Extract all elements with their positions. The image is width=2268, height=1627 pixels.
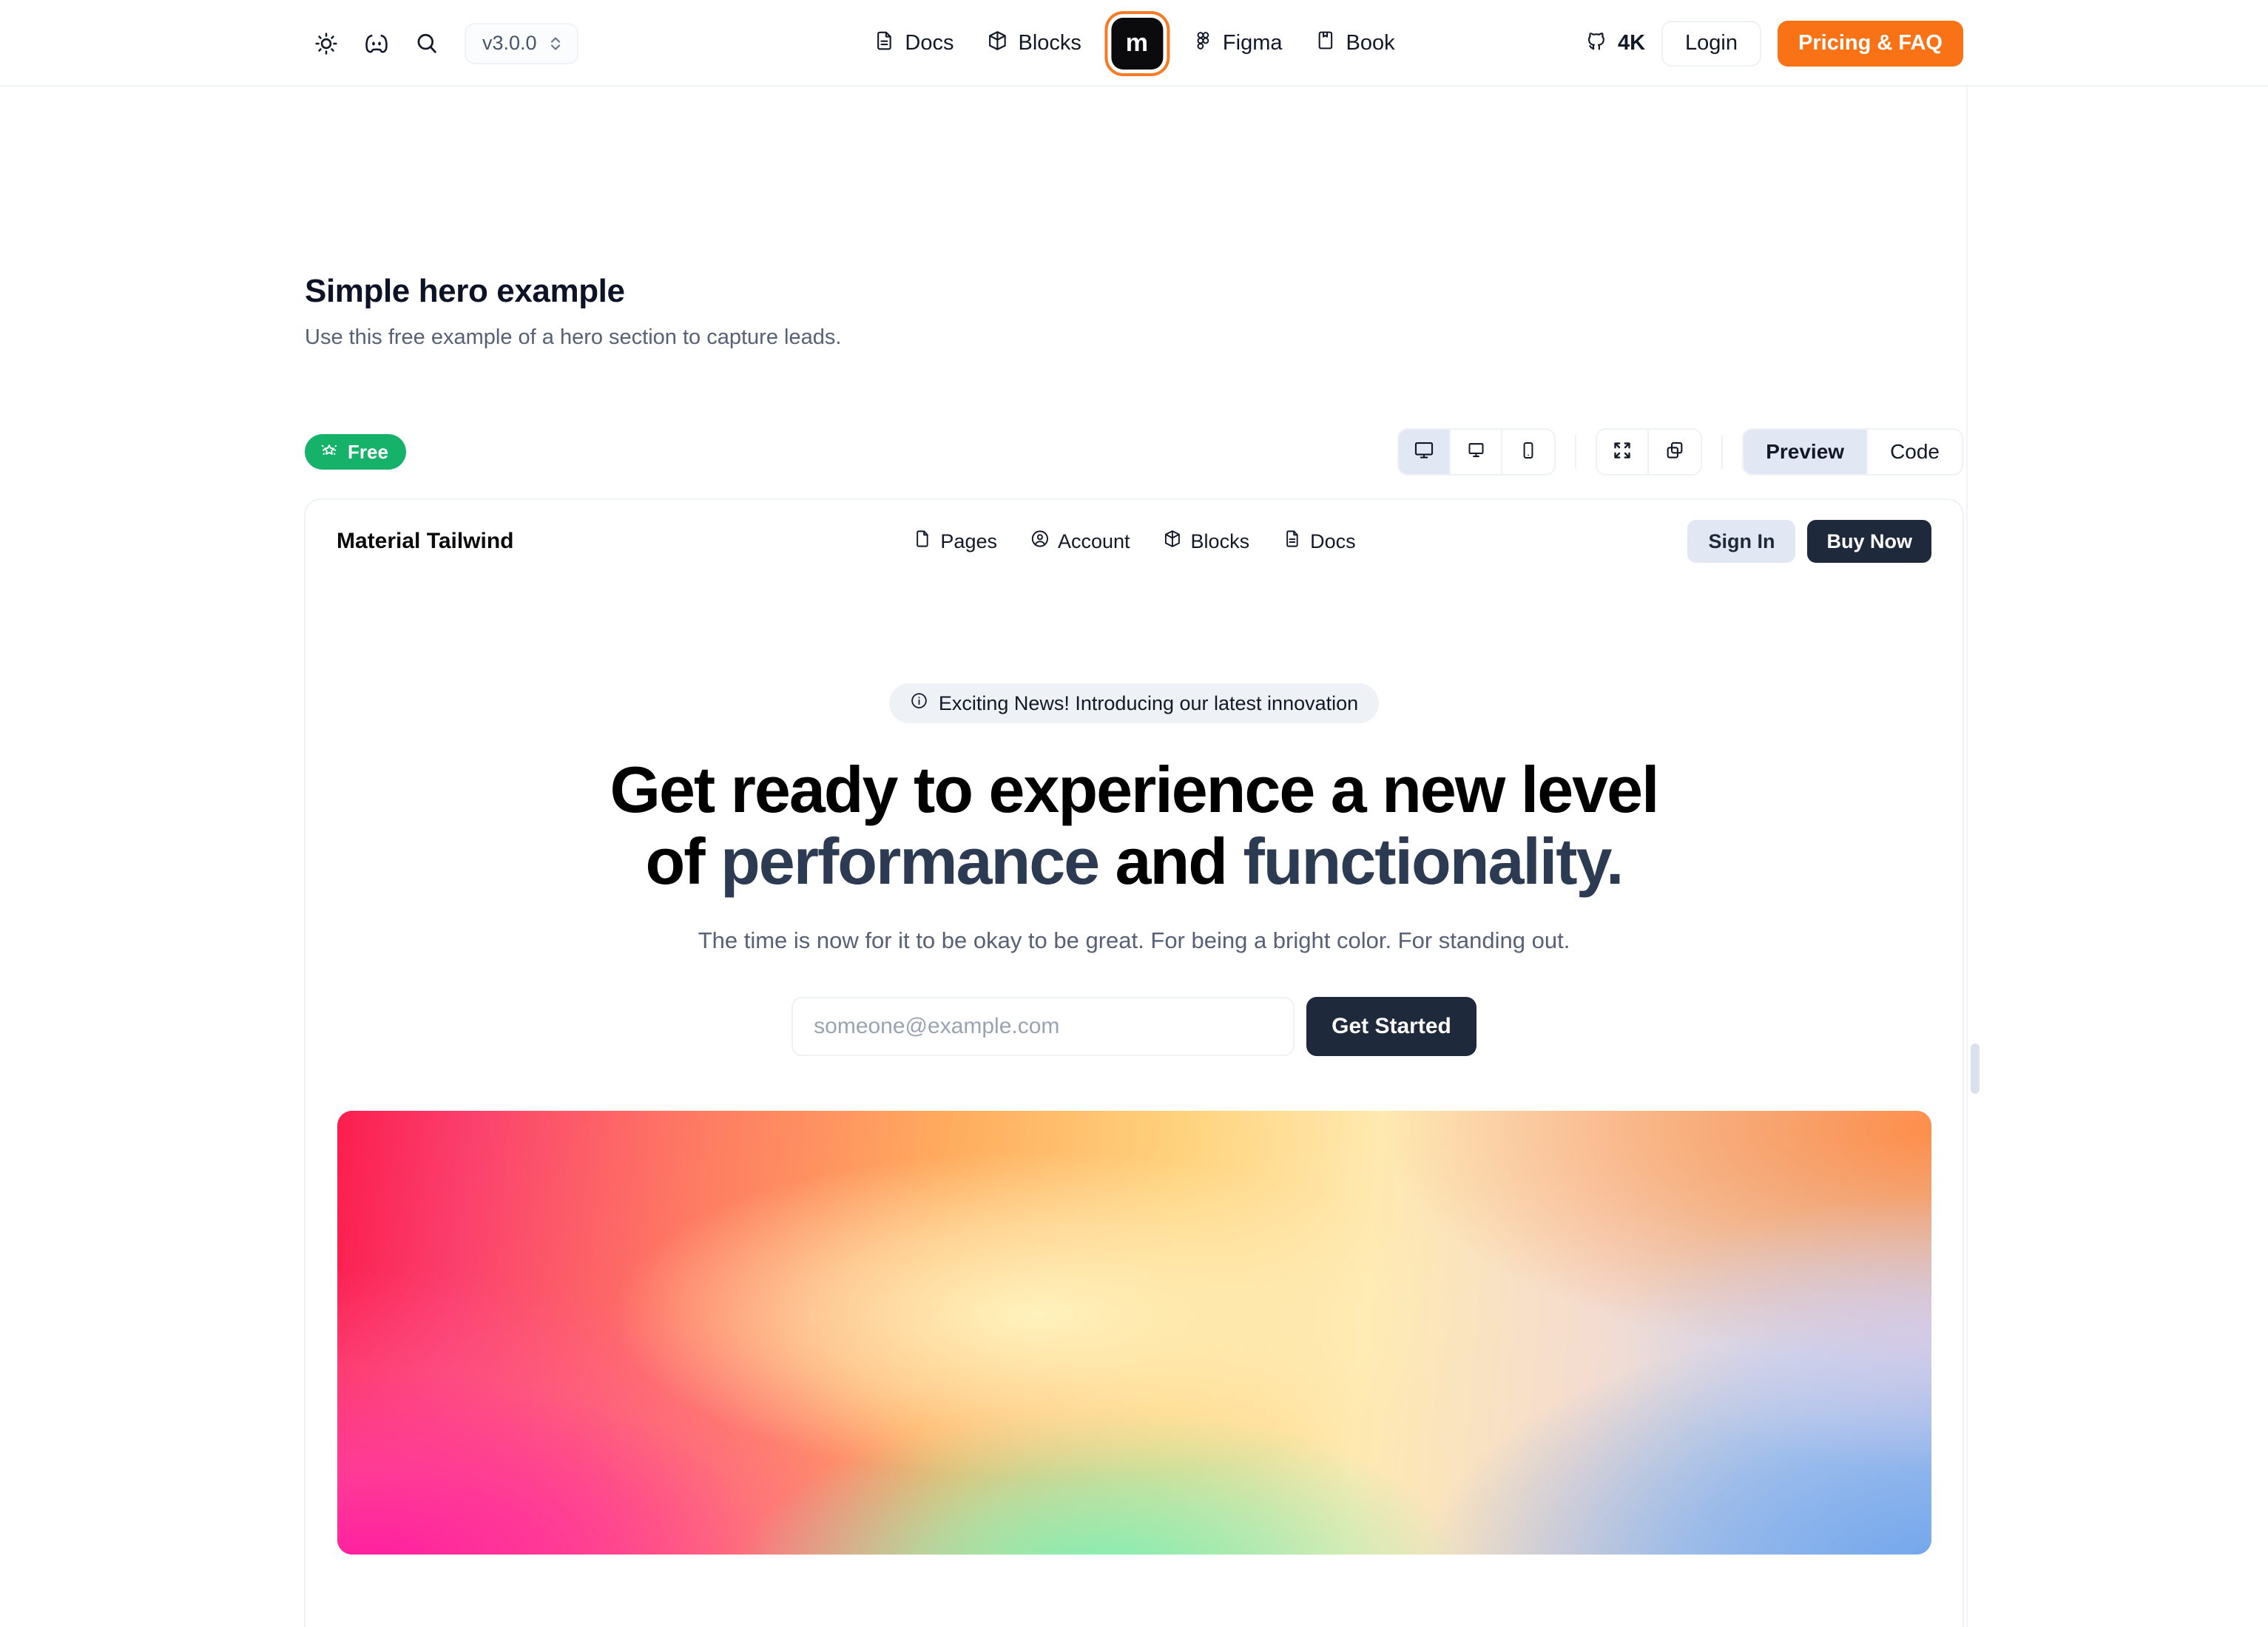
expand-icon — [1611, 439, 1633, 465]
scrollbar-thumb[interactable] — [1971, 1043, 1980, 1094]
page-title: Simple hero example — [305, 273, 625, 309]
brand-logo-button[interactable]: m — [1110, 17, 1163, 70]
sign-in-button[interactable]: Sign In — [1687, 520, 1796, 563]
chevron-updown-icon — [547, 33, 564, 55]
viewport-desktop-large-button[interactable] — [1399, 430, 1451, 474]
discord-icon[interactable] — [360, 27, 394, 61]
hero-section: Exciting News! Introducing our latest in… — [306, 583, 1962, 1555]
preview-nav-pages[interactable]: Pages — [902, 521, 1008, 561]
site-header: v3.0.0 Docs Blocks m Figma Book 4K Login… — [0, 0, 2268, 87]
page-heading-group: Simple hero example Use this free exampl… — [305, 273, 841, 350]
viewport-mobile-button[interactable] — [1502, 430, 1555, 474]
nav-figma-label: Figma — [1222, 31, 1283, 55]
nav-docs-label: Docs — [905, 31, 954, 55]
preview-code-tabs: Preview Code — [1742, 428, 1963, 476]
user-circle-icon — [1030, 529, 1050, 554]
hero-gradient-image — [337, 1110, 1931, 1555]
github-icon — [1585, 29, 1609, 58]
nav-figma[interactable]: Figma — [1176, 21, 1299, 66]
preview-nav-links: Pages Account Blocks Docs — [902, 521, 1366, 561]
nav-blocks-label: Blocks — [1018, 31, 1081, 55]
phone-icon — [1519, 441, 1538, 464]
toolbar-divider-2 — [1721, 435, 1724, 469]
hero-title-line1: Get ready to experience a new level — [610, 753, 1660, 826]
cube-icon — [1163, 529, 1183, 554]
announcement-pill[interactable]: Exciting News! Introducing our latest in… — [888, 683, 1380, 723]
monitor-icon — [1413, 439, 1435, 465]
header-right-group: 4K Login Pricing & FAQ — [1585, 0, 1963, 87]
hero-email-form: Get Started — [306, 996, 1962, 1056]
hero-title-accent-functionality: functionality. — [1243, 824, 1624, 898]
free-badge-label: Free — [348, 440, 388, 463]
preview-brand[interactable]: Material Tailwind — [337, 529, 514, 554]
nav-docs[interactable]: Docs — [857, 21, 970, 67]
header-left-group: v3.0.0 — [309, 0, 578, 87]
copy-button[interactable] — [1649, 430, 1701, 474]
announcement-text: Exciting News! Introducing our latest in… — [938, 691, 1359, 714]
pricing-faq-button[interactable]: Pricing & FAQ — [1778, 20, 1963, 67]
toolbar-divider-1 — [1575, 435, 1577, 469]
preview-nav-blocks-label: Blocks — [1190, 530, 1250, 552]
tab-preview[interactable]: Preview — [1744, 430, 1869, 474]
get-started-button[interactable]: Get Started — [1306, 996, 1476, 1056]
header-center-nav: Docs Blocks m Figma Book — [857, 0, 1411, 87]
monitor-small-icon — [1466, 440, 1486, 464]
preview-nav-blocks[interactable]: Blocks — [1152, 521, 1260, 561]
cube-icon — [986, 30, 1008, 58]
gradient-layer-lavender — [337, 1110, 1931, 1555]
book-icon — [1314, 30, 1336, 57]
free-badge: Free — [305, 434, 406, 470]
hero-title: Get ready to experience a new level of p… — [306, 754, 1962, 898]
login-button[interactable]: Login — [1661, 20, 1762, 67]
sparkle-star-icon — [320, 440, 339, 464]
github-stars[interactable]: 4K — [1585, 29, 1645, 58]
preview-nav-docs-label: Docs — [1310, 530, 1356, 552]
search-icon[interactable] — [410, 27, 444, 61]
version-select[interactable]: v3.0.0 — [465, 22, 578, 64]
document-lines-icon — [1282, 529, 1302, 554]
tab-code[interactable]: Code — [1868, 430, 1962, 474]
document-icon — [912, 529, 932, 554]
preview-nav-actions: Sign In Buy Now — [1687, 520, 1931, 563]
hero-title-line2-plain1: of — [645, 824, 721, 898]
figma-icon — [1192, 30, 1213, 57]
viewport-desktop-button[interactable] — [1451, 430, 1503, 474]
viewport-size-group — [1397, 428, 1556, 476]
toolbar-right: Preview Code — [1397, 428, 1963, 476]
scrollbar-track[interactable] — [1966, 87, 1968, 1627]
nav-blocks[interactable]: Blocks — [970, 21, 1097, 67]
document-icon — [873, 30, 895, 58]
preview-navbar: Material Tailwind Pages Account Blocks D… — [306, 500, 1962, 583]
copy-icon — [1664, 440, 1685, 464]
sun-icon[interactable] — [309, 27, 343, 61]
hero-title-line2-plain2: and — [1098, 824, 1243, 898]
github-stars-count: 4K — [1617, 31, 1646, 55]
view-tools-group — [1596, 428, 1703, 476]
example-toolbar: Free Preview Code — [305, 428, 1963, 476]
hero-subtitle: The time is now for it to be okay to be … — [698, 927, 1570, 953]
version-value: v3.0.0 — [482, 32, 537, 54]
nav-book-label: Book — [1346, 31, 1395, 55]
fullscreen-button[interactable] — [1597, 430, 1650, 474]
buy-now-button[interactable]: Buy Now — [1807, 520, 1931, 563]
info-circle-icon — [910, 691, 928, 715]
brand-mark: m — [1125, 29, 1149, 57]
email-input[interactable] — [792, 996, 1295, 1056]
preview-nav-docs[interactable]: Docs — [1272, 521, 1366, 561]
preview-nav-pages-label: Pages — [940, 530, 997, 552]
preview-nav-account[interactable]: Account — [1019, 521, 1141, 561]
preview-nav-account-label: Account — [1057, 530, 1130, 552]
preview-card: Material Tailwind Pages Account Blocks D… — [304, 498, 1964, 1627]
page-subtitle: Use this free example of a hero section … — [305, 325, 842, 349]
nav-book[interactable]: Book — [1298, 21, 1411, 66]
hero-title-accent-performance: performance — [720, 824, 1100, 898]
